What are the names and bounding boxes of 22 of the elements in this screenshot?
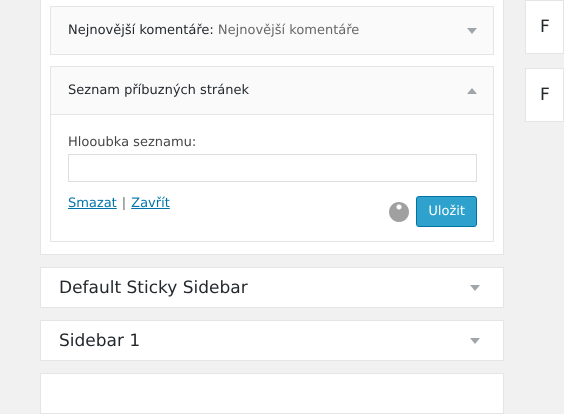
- sidebar-title: Default Sticky Sidebar: [59, 278, 249, 298]
- sidebar-title: F: [540, 17, 550, 37]
- collapse-arrow-icon[interactable]: [467, 88, 477, 94]
- field-label: Hlooubka seznamu:: [68, 135, 198, 150]
- sidebar-title: Sidebar 1: [59, 330, 142, 350]
- spinner-icon: [389, 202, 410, 222]
- sidebar-card[interactable]: F: [525, 0, 564, 54]
- widget-header[interactable]: Seznam příbuzných stránek: [51, 67, 493, 115]
- widget-title: Seznam příbuzných stránek: [68, 83, 250, 98]
- widget-header[interactable]: Nejnovější komentáře: Nejnovější komentáře: [51, 7, 493, 54]
- link-separator: |: [122, 196, 126, 211]
- delete-link[interactable]: Smazat: [68, 196, 117, 211]
- sidebar-card[interactable]: Sidebar 1: [40, 320, 504, 361]
- close-link[interactable]: Zavřít: [131, 196, 170, 211]
- input-field[interactable]: [68, 154, 477, 182]
- expand-arrow-icon[interactable]: [470, 338, 480, 344]
- sidebar-card[interactable]: F: [525, 68, 564, 122]
- expand-arrow-icon[interactable]: [467, 28, 477, 34]
- expand-arrow-icon[interactable]: [470, 284, 480, 290]
- sidebar-card[interactable]: Default Sticky Sidebar: [40, 267, 504, 308]
- sidebar-title: F: [540, 85, 550, 105]
- widget-title: Nejnovější komentáře: Nejnovější komentáře: [68, 23, 360, 38]
